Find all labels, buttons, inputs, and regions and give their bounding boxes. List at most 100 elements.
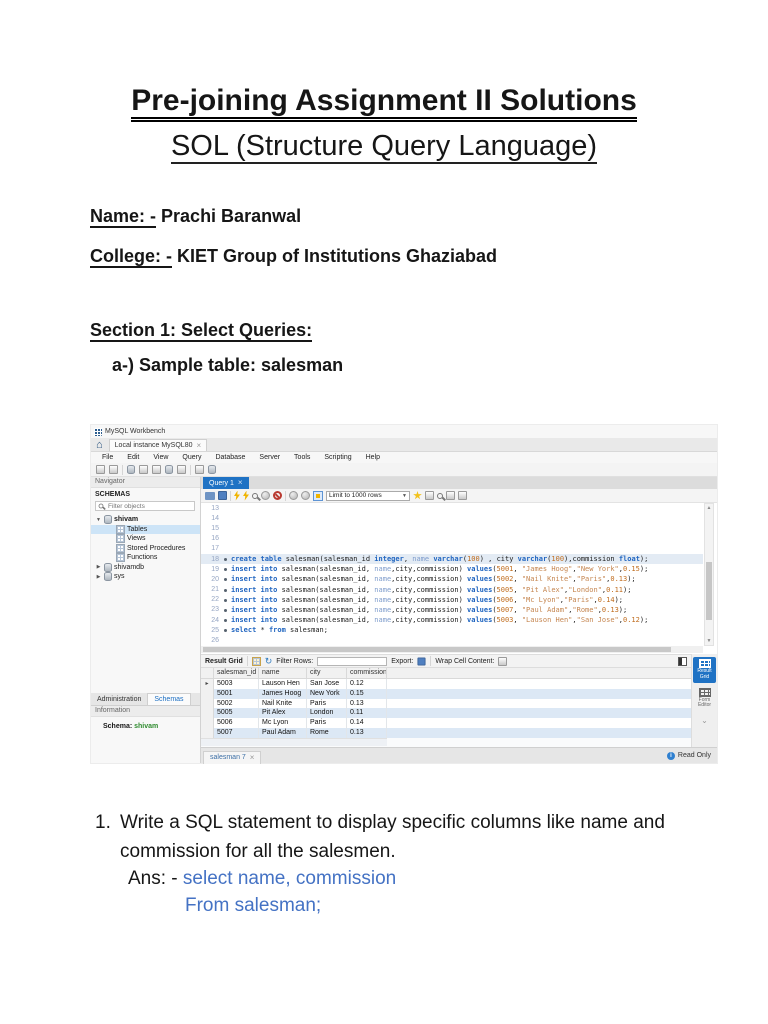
cell-salesman-id[interactable]: 5002	[214, 699, 259, 709]
column-header-city[interactable]: city	[307, 668, 347, 678]
table-row[interactable]: 5001James HoogNew York0.15	[201, 689, 691, 699]
tree-item-sys[interactable]: ▶sys	[91, 572, 200, 582]
explain-icon[interactable]	[252, 493, 258, 499]
fixed-header-icon[interactable]	[678, 657, 687, 666]
menu-item-help[interactable]: Help	[359, 454, 387, 461]
menu-item-query[interactable]: Query	[175, 454, 208, 461]
close-icon[interactable]: ×	[238, 479, 243, 487]
find-icon[interactable]	[437, 493, 443, 499]
export-icon[interactable]	[418, 657, 426, 665]
new-query-tab-icon[interactable]	[96, 465, 105, 474]
sql-editor[interactable]: 131415161718create table salesman(salesm…	[201, 503, 703, 646]
schema-filter-input[interactable]	[106, 502, 186, 511]
cell-salesman-id[interactable]: 5006	[214, 718, 259, 728]
save-script-icon[interactable]	[218, 491, 227, 500]
tree-item-views[interactable]: Views	[91, 534, 200, 544]
refresh-icon[interactable]: ↻	[265, 657, 273, 666]
table-row[interactable]: 5002Nail KniteParis0.13	[201, 699, 691, 709]
table-row[interactable]: ▸5003Lauson HenSan Jose0.12	[201, 679, 691, 689]
filter-rows-input[interactable]	[317, 657, 387, 666]
collapsed-arrow-icon[interactable]: ▶	[95, 564, 102, 570]
wrap-text-icon[interactable]	[458, 491, 467, 500]
row-header[interactable]	[201, 699, 214, 709]
menu-item-tools[interactable]: Tools	[287, 454, 317, 461]
menu-item-file[interactable]: File	[95, 454, 120, 461]
cell-salesman-id[interactable]: 5007	[214, 728, 259, 738]
sidebar-tab-schemas[interactable]: Schemas	[147, 693, 190, 705]
query-tab[interactable]: Query 1 ×	[203, 477, 249, 489]
cell-city[interactable]: San Jose	[307, 679, 347, 689]
menu-item-server[interactable]: Server	[252, 454, 287, 461]
side-panel-result-grid[interactable]: Result Grid	[693, 657, 716, 683]
column-header-name[interactable]: name	[259, 668, 307, 678]
editor-horizontal-scrollbar[interactable]	[201, 646, 703, 653]
table-row[interactable]: 5005Pit AlexLondon0.11	[201, 708, 691, 718]
tree-item-shivamdb[interactable]: ▶shivamdb	[91, 563, 200, 573]
scrollbar-thumb[interactable]	[203, 647, 671, 652]
cell-commission[interactable]: 0.14	[347, 718, 387, 728]
search-objects-icon[interactable]	[195, 465, 204, 474]
editor-vertical-scrollbar[interactable]: ▲ ▼	[704, 503, 714, 646]
cell-name[interactable]: Lauson Hen	[259, 679, 307, 689]
stop-icon[interactable]	[261, 491, 270, 500]
autocommit-icon[interactable]	[313, 491, 323, 501]
cell-commission[interactable]: 0.11	[347, 708, 387, 718]
close-icon[interactable]: ×	[196, 442, 201, 450]
table-row[interactable]: 5007Paul AdamRome0.13	[201, 728, 691, 738]
scrollbar-thumb[interactable]	[706, 562, 712, 620]
collapse-chevron-icon[interactable]: ⌄	[701, 718, 708, 724]
tree-item-shivam[interactable]: ▼shivam	[91, 515, 200, 525]
clean-icon[interactable]	[425, 491, 434, 500]
cell-salesman-id[interactable]: 5005	[214, 708, 259, 718]
row-header[interactable]	[201, 689, 214, 699]
close-icon[interactable]: ×	[250, 754, 255, 762]
cell-salesman-id[interactable]: 5001	[214, 689, 259, 699]
tree-item-functions[interactable]: Functions	[91, 553, 200, 563]
menu-item-view[interactable]: View	[146, 454, 175, 461]
cell-commission[interactable]: 0.15	[347, 689, 387, 699]
scroll-up-icon[interactable]: ▲	[705, 505, 713, 511]
execute-current-icon[interactable]	[243, 491, 249, 501]
tree-item-stored-procedures[interactable]: Stored Procedures	[91, 544, 200, 554]
open-sql-script-icon[interactable]	[109, 465, 118, 474]
menu-item-scripting[interactable]: Scripting	[317, 454, 358, 461]
tree-item-tables[interactable]: Tables	[91, 525, 200, 535]
create-procedure-icon[interactable]	[165, 465, 173, 474]
cell-name[interactable]: Nail Knite	[259, 699, 307, 709]
connection-tab[interactable]: Local instance MySQL80 ×	[109, 439, 208, 451]
column-header-salesman-id[interactable]: salesman_id	[214, 668, 259, 678]
scroll-down-icon[interactable]: ▼	[705, 638, 713, 644]
open-script-icon[interactable]	[205, 492, 215, 500]
expanded-arrow-icon[interactable]: ▼	[95, 517, 102, 523]
cell-city[interactable]: Rome	[307, 728, 347, 738]
row-header[interactable]: ▸	[201, 679, 214, 689]
limit-rows-dropdown[interactable]: Limit to 1000 rows▼	[326, 491, 410, 501]
home-icon[interactable]: ⌂	[96, 439, 103, 451]
create-function-icon[interactable]	[177, 465, 186, 474]
create-table-icon[interactable]	[139, 465, 148, 474]
collapsed-arrow-icon[interactable]: ▶	[95, 574, 102, 580]
cell-name[interactable]: Paul Adam	[259, 728, 307, 738]
cell-commission[interactable]: 0.13	[347, 728, 387, 738]
menu-item-edit[interactable]: Edit	[120, 454, 146, 461]
wrap-cell-content-icon[interactable]	[498, 657, 507, 666]
menu-item-database[interactable]: Database	[208, 454, 252, 461]
table-row[interactable]: 5006Mc LyonParis0.14	[201, 718, 691, 728]
result-tab[interactable]: salesman 7 ×	[203, 751, 261, 764]
cell-city[interactable]: Paris	[307, 699, 347, 709]
execute-icon[interactable]	[234, 491, 240, 501]
cell-name[interactable]: Mc Lyon	[259, 718, 307, 728]
schemas-section-header[interactable]: SCHEMAS	[91, 488, 200, 500]
cell-city[interactable]: New York	[307, 689, 347, 699]
cell-city[interactable]: London	[307, 708, 347, 718]
cell-salesman-id[interactable]: 5003	[214, 679, 259, 689]
cell-commission[interactable]: 0.12	[347, 679, 387, 689]
stop-on-error-icon[interactable]	[273, 491, 282, 500]
create-schema-icon[interactable]	[127, 465, 135, 474]
create-view-icon[interactable]	[152, 465, 161, 474]
cell-commission[interactable]: 0.13	[347, 699, 387, 709]
beautify-icon[interactable]	[413, 491, 422, 500]
row-header[interactable]	[201, 718, 214, 728]
cell-name[interactable]: Pit Alex	[259, 708, 307, 718]
commit-icon[interactable]	[289, 491, 298, 500]
